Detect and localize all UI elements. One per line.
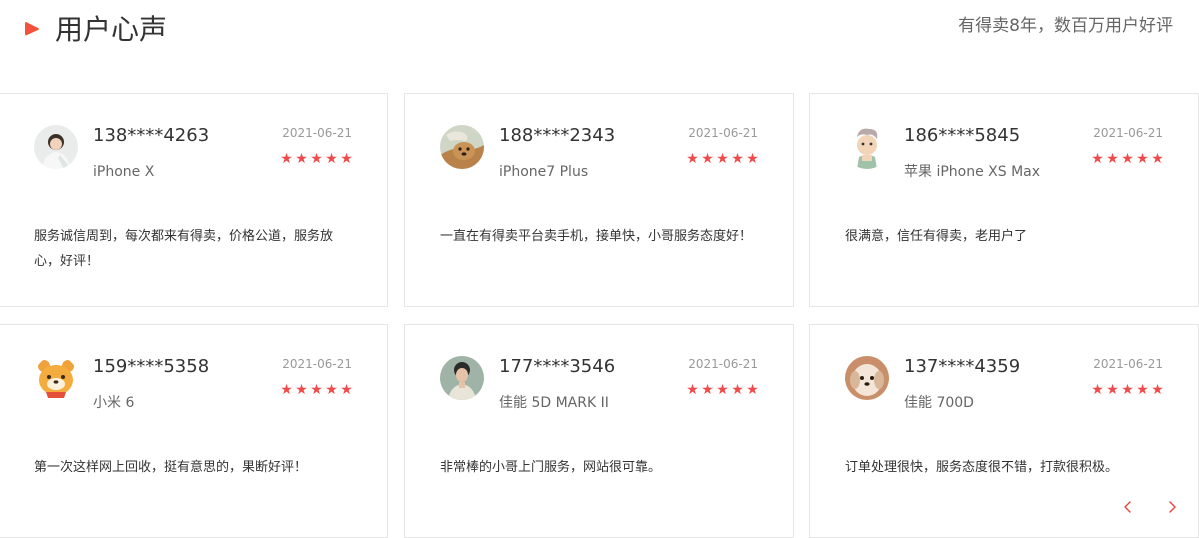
star-rating: ★ ★ ★ ★ ★: [686, 383, 759, 399]
prev-button[interactable]: [1120, 499, 1136, 515]
star-rating: ★ ★ ★ ★ ★: [686, 152, 759, 168]
star-icon: ★: [1151, 382, 1164, 398]
star-icon: ★: [1136, 382, 1149, 398]
avatar: [440, 356, 484, 400]
star-icon: ★: [746, 151, 759, 167]
star-icon: ★: [716, 382, 729, 398]
reviewer-phone: 177****3546: [499, 356, 616, 377]
star-icon: ★: [325, 151, 338, 167]
reviewer-phone: 159****5358: [93, 356, 210, 377]
reviewer-phone: 188****2343: [499, 125, 616, 146]
avatar: [34, 125, 78, 169]
star-icon: ★: [686, 151, 699, 167]
star-icon: ★: [701, 382, 714, 398]
star-icon: ★: [1121, 382, 1134, 398]
review-date: 2021-06-21: [1093, 357, 1163, 371]
device-model: iPhone X: [93, 164, 155, 180]
device-model: 苹果 iPhone XS Max: [904, 164, 1041, 180]
star-icon: ★: [280, 382, 293, 398]
star-icon: ★: [1106, 382, 1119, 398]
star-icon: ★: [340, 151, 353, 167]
carousel-nav: [1120, 499, 1180, 515]
review-date: 2021-06-21: [282, 357, 352, 371]
review-date: 2021-06-21: [688, 126, 758, 140]
reviewer-phone: 138****4263: [93, 125, 210, 146]
section-header: 用户心声 有得卖8年，数百万用户好评: [0, 0, 1199, 60]
star-icon: ★: [731, 151, 744, 167]
review-card: 188****2343 iPhone7 Plus 2021-06-21 ★ ★ …: [404, 93, 794, 307]
review-comment: 很满意，信任有得卖，老用户了: [845, 229, 1028, 244]
reviewer-phone: 186****5845: [904, 125, 1021, 146]
review-card: 138****4263 iPhone X 2021-06-21 ★ ★ ★ ★ …: [0, 93, 388, 307]
review-date: 2021-06-21: [282, 126, 352, 140]
star-icon: ★: [280, 151, 293, 167]
star-icon: ★: [731, 382, 744, 398]
star-rating: ★ ★ ★ ★ ★: [280, 383, 353, 399]
review-date: 2021-06-21: [688, 357, 758, 371]
reviewer-phone: 137****4359: [904, 356, 1021, 377]
star-icon: ★: [340, 382, 353, 398]
next-button[interactable]: [1164, 499, 1180, 515]
play-badge-icon: [25, 22, 39, 36]
avatar: [440, 125, 484, 169]
avatar: [845, 125, 889, 169]
star-icon: ★: [1106, 151, 1119, 167]
star-icon: ★: [1151, 151, 1164, 167]
chevron-right-icon: [1169, 501, 1176, 513]
star-icon: ★: [295, 382, 308, 398]
star-icon: ★: [1136, 151, 1149, 167]
star-rating: ★ ★ ★ ★ ★: [280, 152, 353, 168]
user-reviews-section: 用户心声 有得卖8年，数百万用户好评 138****4263 iPhone X …: [0, 0, 1199, 538]
section-title: 用户心声: [55, 13, 168, 46]
review-comment: 非常棒的小哥上门服务，网站很可靠。: [440, 460, 662, 475]
star-icon: ★: [310, 151, 323, 167]
review-comment: 订单处理很快，服务态度很不错，打款很积极。: [845, 460, 1119, 475]
review-comment: 第一次这样网上回收，挺有意思的，果断好评！: [34, 460, 308, 475]
review-date: 2021-06-21: [1093, 126, 1163, 140]
review-comment: 服务诚信周到，每次都来有得卖，价格公道，服务放心，好评！: [34, 229, 334, 269]
star-rating: ★ ★ ★ ★ ★: [1091, 383, 1164, 399]
review-card: 137****4359 佳能 700D 2021-06-21 ★ ★ ★ ★ ★…: [809, 324, 1199, 538]
star-icon: ★: [746, 382, 759, 398]
star-icon: ★: [701, 151, 714, 167]
star-icon: ★: [716, 151, 729, 167]
review-card: 177****3546 佳能 5D MARK II 2021-06-21 ★ ★…: [404, 324, 794, 538]
device-model: 小米 6: [93, 395, 135, 411]
device-model: iPhone7 Plus: [499, 164, 589, 180]
device-model: 佳能 700D: [904, 395, 974, 411]
review-card: 186****5845 苹果 iPhone XS Max 2021-06-21 …: [809, 93, 1199, 307]
star-icon: ★: [686, 382, 699, 398]
star-icon: ★: [1091, 151, 1104, 167]
star-icon: ★: [310, 382, 323, 398]
star-icon: ★: [295, 151, 308, 167]
review-comment: 一直在有得卖平台卖手机，接单快，小哥服务态度好！: [440, 229, 753, 244]
review-card: 159****5358 小米 6 2021-06-21 ★ ★ ★ ★ ★ 第一…: [0, 324, 388, 538]
star-icon: ★: [1091, 382, 1104, 398]
device-model: 佳能 5D MARK II: [499, 395, 609, 411]
avatar: [845, 356, 889, 400]
star-rating: ★ ★ ★ ★ ★: [1091, 152, 1164, 168]
avatar: [34, 356, 78, 400]
star-icon: ★: [325, 382, 338, 398]
section-subtitle: 有得卖8年，数百万用户好评: [958, 16, 1173, 36]
chevron-left-icon: [1124, 501, 1131, 513]
star-icon: ★: [1121, 151, 1134, 167]
